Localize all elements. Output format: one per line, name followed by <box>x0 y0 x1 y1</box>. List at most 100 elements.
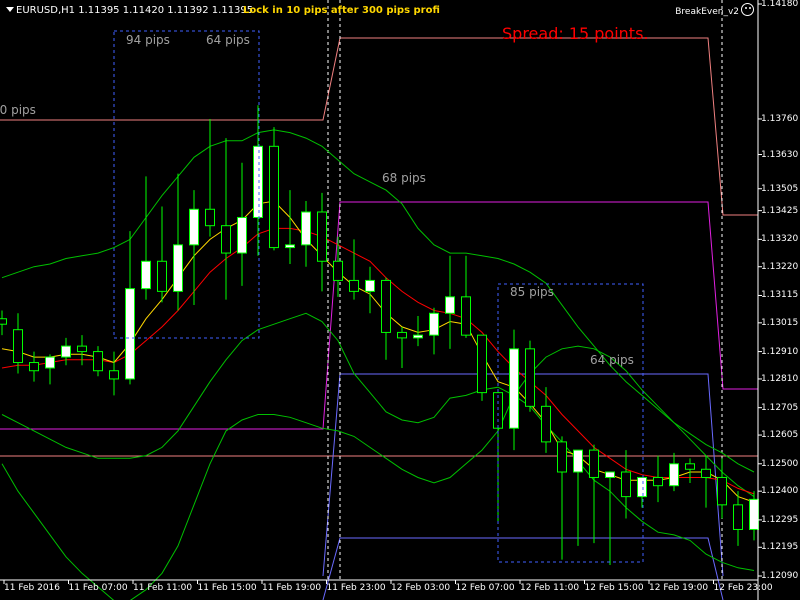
price-tick-label: 1.13630 <box>761 149 799 160</box>
bull-candle-body <box>605 471 615 478</box>
bear-candle-body <box>381 279 391 333</box>
band-upper-line <box>1 129 755 473</box>
bull-candle-body <box>61 345 71 358</box>
bear-candle-body <box>541 405 551 443</box>
bear-candle-body <box>589 449 599 478</box>
bull-candle-body <box>365 279 375 292</box>
bear-candle-body <box>525 348 535 407</box>
time-tick-label: 12 Feb 23:00 <box>713 583 773 593</box>
moving-averages <box>1 200 755 503</box>
triangle-down-icon[interactable] <box>6 7 14 12</box>
bear-candle-body <box>333 260 343 281</box>
bear-candle-body <box>477 334 487 394</box>
pip-label: 64 pips <box>206 33 250 47</box>
price-tick-label: 1.14180 <box>761 0 799 9</box>
price-tick-label: 1.12400 <box>761 486 799 497</box>
candles <box>0 105 759 566</box>
time-tick-label: 12 Feb 03:00 <box>391 583 451 593</box>
band-outer-lower-line <box>1 345 755 600</box>
pip-label: 30 pips <box>0 103 36 117</box>
bull-candle-body <box>749 498 759 530</box>
bear-candle-body <box>205 208 215 227</box>
time-tick-label: 12 Feb 15:00 <box>584 583 644 593</box>
bull-candle-body <box>509 348 519 429</box>
pip-label: 94 pips <box>126 33 170 47</box>
bear-candle-body <box>349 279 359 292</box>
ma-fast-line <box>1 200 755 503</box>
price-tick-label: 1.13425 <box>761 205 799 216</box>
bear-candle-body <box>0 318 7 325</box>
price-tick-label: 1.13015 <box>761 317 799 328</box>
pip-label: 64 pips <box>590 353 634 367</box>
time-tick-label: 12 Feb 11:00 <box>520 583 580 593</box>
price-tick-label: 1.13760 <box>761 113 799 124</box>
bear-candle-body <box>397 331 407 339</box>
time-tick-label: 11 Feb 11:00 <box>133 583 193 593</box>
price-tick-label: 1.12295 <box>761 514 799 525</box>
price-tick-label: 1.12705 <box>761 402 799 413</box>
bear-candle-body <box>221 225 231 254</box>
blue-channel-upper <box>322 373 724 577</box>
price-tick-label: 1.13115 <box>761 290 799 301</box>
pip-label: 68 pips <box>382 171 426 185</box>
pip-label: 85 pips <box>510 285 554 299</box>
ea-comment: Lock in 10 pips after 300 pips profi <box>243 5 440 16</box>
bull-candle-body <box>189 208 199 246</box>
bear-candle-body <box>701 468 711 478</box>
band-lower-line <box>1 312 755 571</box>
bull-candle-body <box>669 463 679 487</box>
price-tick-label: 1.13505 <box>761 183 799 194</box>
level-lines <box>0 0 758 600</box>
expert-name: BreakEven_v2 <box>675 7 739 17</box>
price-tick-label: 1.12090 <box>761 571 799 581</box>
pip-range-box <box>113 30 260 339</box>
bear-candle-body <box>621 471 631 498</box>
time-tick-label: 12 Feb 07:00 <box>455 583 515 593</box>
spread-label: Spread: 15 points. <box>502 24 649 43</box>
bull-candle-body <box>141 260 151 290</box>
price-tick-label: 1.12605 <box>761 430 799 441</box>
symbol-info: EURUSD,H1 1.11395 1.11420 1.11392 1.1139… <box>16 5 254 16</box>
time-tick-label: 11 Feb 2016 <box>4 583 61 593</box>
bear-candle-body <box>269 145 279 249</box>
bull-candle-body <box>285 244 295 249</box>
bull-candle-body <box>125 288 135 380</box>
bear-candle-body <box>461 296 471 336</box>
time-tick-label: 12 Feb 19:00 <box>649 583 709 593</box>
bear-candle-body <box>317 211 327 262</box>
bear-candle-body <box>653 476 663 487</box>
price-tick-label: 1.12910 <box>761 346 799 357</box>
bear-candle-body <box>717 476 727 506</box>
bear-candle-body <box>29 362 39 372</box>
bear-candle-body <box>685 463 695 470</box>
bollinger-bands <box>1 129 755 600</box>
price-tick-label: 1.13320 <box>761 234 799 245</box>
bull-candle-body <box>173 244 183 292</box>
bull-candle-body <box>445 296 455 314</box>
pip-boxes <box>113 30 644 563</box>
price-tick-label: 1.12195 <box>761 542 799 553</box>
bull-candle-body <box>637 476 647 498</box>
bull-candle-body <box>45 356 55 369</box>
price-chart[interactable] <box>0 0 800 600</box>
time-tick-label: 11 Feb 15:00 <box>197 583 257 593</box>
bear-candle-body <box>157 260 167 292</box>
price-tick-label: 1.12810 <box>761 373 799 384</box>
bear-candle-body <box>77 345 87 353</box>
time-tick-label: 11 Feb 07:00 <box>68 583 128 593</box>
time-tick-label: 11 Feb 19:00 <box>262 583 322 593</box>
bear-candle-body <box>557 441 567 473</box>
bull-candle-body <box>573 449 583 473</box>
price-tick-label: 1.12500 <box>761 458 799 469</box>
smiley-icon[interactable] <box>741 3 754 16</box>
bull-candle-body <box>253 145 263 218</box>
bull-candle-body <box>301 211 311 246</box>
time-tick-label: 11 Feb 23:00 <box>326 583 386 593</box>
bear-candle-body <box>93 351 103 372</box>
bull-candle-body <box>429 312 439 336</box>
price-tick-label: 1.13220 <box>761 261 799 272</box>
bear-candle-body <box>733 504 743 530</box>
bull-candle-body <box>237 216 247 254</box>
bear-candle-body <box>109 370 119 380</box>
bull-candle-body <box>413 334 423 339</box>
